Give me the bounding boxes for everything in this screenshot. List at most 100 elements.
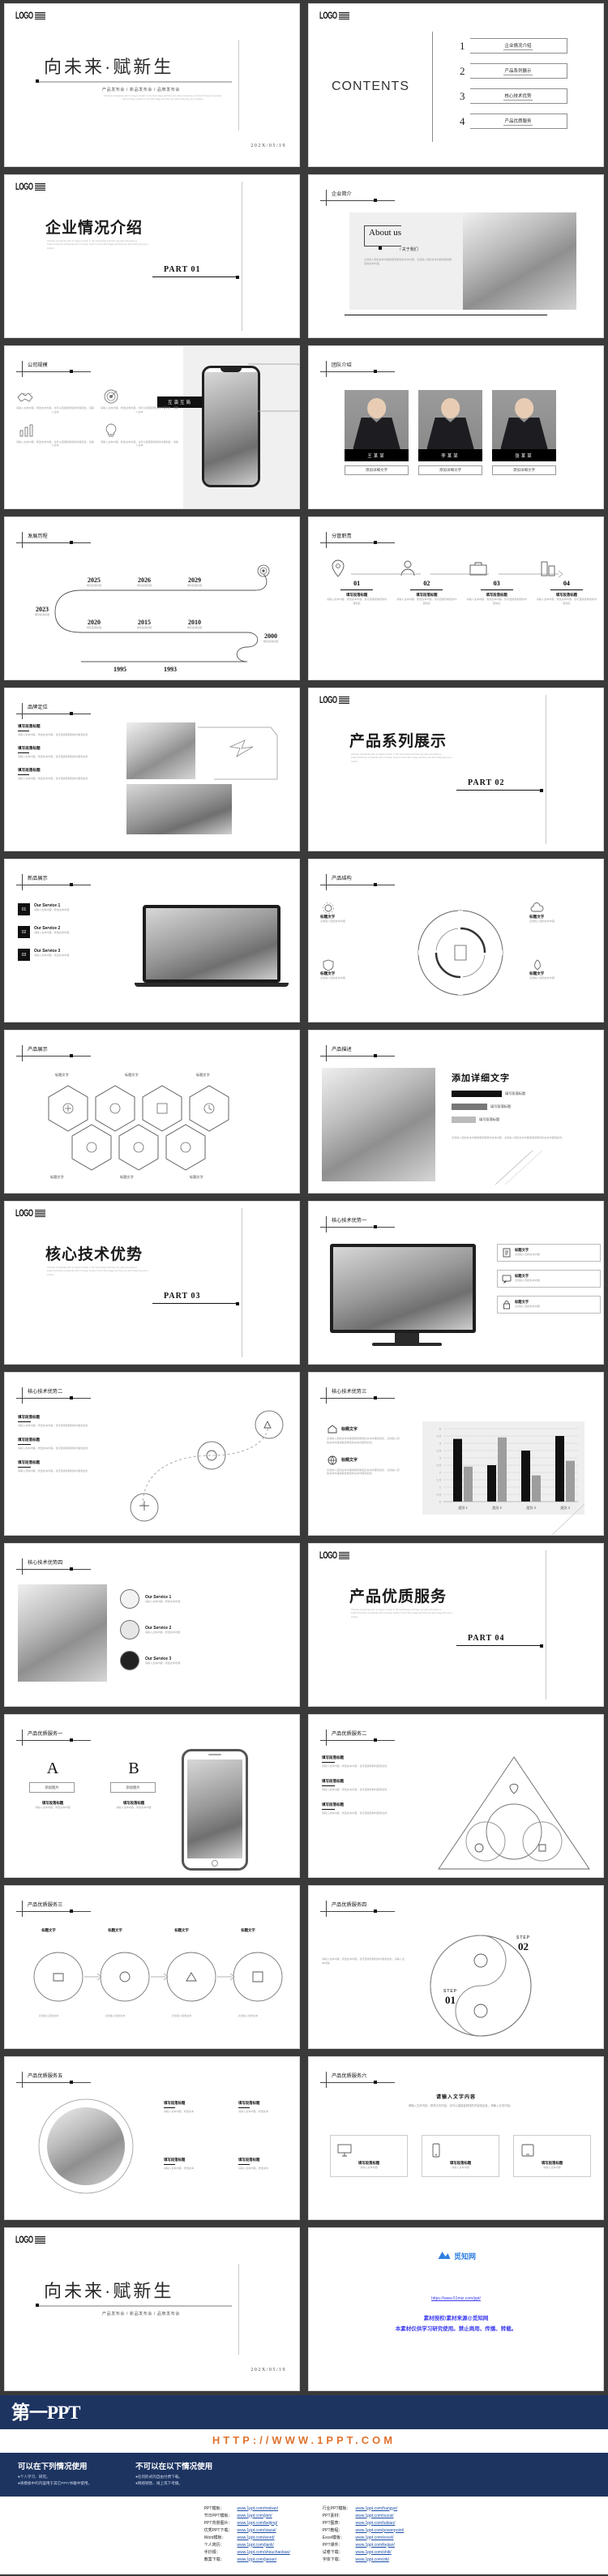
slide-cell[interactable]: 品牌定位 填写段落标题 请输入文本内容，修改文本内容，也可直接复制您的内容到此处… bbox=[0, 684, 304, 855]
service3-text-4: 点击输入您的文本 bbox=[238, 2014, 259, 2017]
footer-link-url[interactable]: www.1ppt.com/jianli/ bbox=[234, 2541, 292, 2548]
service1-button[interactable]: 添加图片 bbox=[110, 1782, 156, 1793]
section-part-number: PART 02 bbox=[468, 778, 505, 787]
slide-service-5[interactable]: 产品优质服务五 填写段落标题 请输入文本内容，修改文本 填写段落标题 请输入文本… bbox=[5, 2057, 299, 2219]
slide-cell[interactable]: 产品优质服务一 A 添加图片 填写段落标题 请输入文本内容，修改文本内容 B 添… bbox=[0, 1711, 304, 1882]
slide-cell[interactable]: 产品优质服务四 请输入文本内容，修改文本内容，也可直接复制您的内容到此处。请输入… bbox=[304, 1882, 608, 2053]
slide-cell[interactable]: 核心技术优势一 标题文字 点击输入您的文本内容 标题文字 点击输入您的文本内容 … bbox=[304, 1198, 608, 1369]
team-member-button[interactable]: 添加详细文字 bbox=[492, 465, 556, 475]
slide-cell[interactable]: 核心技术优势四 Our Service 1 请输入文本内容，修改文本内容 Our… bbox=[0, 1540, 304, 1711]
slide-cell[interactable]: 企业简介 About us / 关于我们 点击输入您的文本内容或者复制您的文本内… bbox=[304, 171, 608, 342]
slide-product-intro[interactable]: 产品描述 添加详细文字 填写段落标题 填写段落标题 填写段落标题 点击输入您的文… bbox=[309, 1031, 603, 1193]
slide-service-6[interactable]: 产品优质服务六 请输入文字内容 请输入文本内容，修改文本内容，也可以直接复制您的… bbox=[309, 2057, 603, 2219]
credit-url[interactable]: https://www.51miz.com/ppt/ bbox=[309, 2296, 603, 2301]
footer-url[interactable]: HTTP://WWW.1PPT.COM bbox=[0, 2429, 608, 2453]
slide-part-4[interactable]: LOGO 产品优质服务 Chinese companies will no lo… bbox=[309, 1544, 603, 1706]
footer-link-url[interactable]: www.1ppt.com/shouchaobao/ bbox=[234, 2548, 292, 2556]
team-member-1[interactable]: 王某某 添加详细文字 bbox=[345, 390, 409, 475]
slide-cell[interactable]: LOGO 向未来·赋新生 产品发布会 / 新品发布会 / 品牌发布会 202X/… bbox=[0, 2224, 304, 2395]
footer-usage: 可以在下列情况使用 ●个人学习、研究。 ●将模板中的内容用于其它PPT/书籍中使… bbox=[0, 2453, 608, 2497]
team-member-button[interactable]: 添加详细文字 bbox=[345, 465, 409, 475]
slide-cell[interactable]: 团队介绍 王某某 添加详细文字 李某某 添加详细文字 张某某 添加详细文字 bbox=[304, 342, 608, 513]
slide-cell[interactable]: 产品优质服务二 填写段落标题 请输入文本内容，修改文本内容，也可直接复制内容到此… bbox=[304, 1711, 608, 1882]
slide-service-1[interactable]: 产品优质服务一 A 添加图片 填写段落标题 请输入文本内容，修改文本内容 B 添… bbox=[5, 1715, 299, 1877]
team-member-2[interactable]: 李某某 添加详细文字 bbox=[418, 390, 482, 475]
service1-button[interactable]: 添加图片 bbox=[29, 1782, 75, 1793]
slide-tech-2[interactable]: 核心技术优势二 填写段落标题 请输入文本内容，修改文本内容，也可直接复制您的内容… bbox=[5, 1373, 299, 1535]
footer-link-url[interactable]: www.1ppt.com/kejian/ bbox=[353, 2541, 407, 2548]
team-member-button[interactable]: 添加详细文字 bbox=[418, 465, 482, 475]
slide-cell[interactable]: 产品优质服务五 填写段落标题 请输入文本内容，修改文本 填写段落标题 请输入文本… bbox=[0, 2053, 304, 2224]
slide-part-3[interactable]: LOGO 核心技术优势 Chinese companies will no lo… bbox=[5, 1202, 299, 1364]
slide-cell[interactable]: 分管职责 01 填写段落标题 请输入文本内容，修改文本内容，也可直接复制您的内容… bbox=[304, 513, 608, 684]
footer-link-url[interactable]: www.1ppt.com/jiaoan/ bbox=[234, 2556, 292, 2563]
slide-credit[interactable]: 觅知网 https://www.51miz.com/ppt/ 素材授权/素材来源… bbox=[309, 2228, 603, 2390]
footer-link-url[interactable]: www.1ppt.com/tubiao/ bbox=[353, 2519, 407, 2527]
contents-label: 产品优质服务 bbox=[503, 118, 533, 126]
slide-part-2[interactable]: LOGO 产品系列展示 Chinese companies will no lo… bbox=[309, 688, 603, 851]
slide-cell[interactable]: LOGO 核心技术优势 Chinese companies will no lo… bbox=[0, 1198, 304, 1369]
footer-link-url[interactable]: www.1ppt.com/xiazai/ bbox=[234, 2527, 292, 2534]
slide-cell[interactable]: 觅知网 https://www.51miz.com/ppt/ 素材授权/素材来源… bbox=[304, 2224, 608, 2395]
footer-link-url[interactable]: www.1ppt.com/jieri/ bbox=[234, 2512, 292, 2519]
slide-brand[interactable]: 品牌定位 填写段落标题 请输入文本内容，修改文本内容，也可直接复制您的内容到此处… bbox=[5, 688, 299, 851]
footer-link-url[interactable]: www.1ppt.com/ziti/ bbox=[353, 2556, 407, 2563]
footer-link-url[interactable]: www.1ppt.com/shiti/ bbox=[353, 2548, 407, 2556]
slide-cell[interactable]: LOGO 产品优质服务 Chinese companies will no lo… bbox=[304, 1540, 608, 1711]
contents-item-1[interactable]: 1 企业情况介绍 bbox=[460, 38, 567, 54]
slide-structure[interactable]: 分管职责 01 填写段落标题 请输入文本内容，修改文本内容，也可直接复制您的内容… bbox=[309, 517, 603, 679]
slide-tech-3[interactable]: 核心技术优势三 标题文字 点击输入您的文本内容或者复制您的文本内容到此处，点击输… bbox=[309, 1373, 603, 1535]
slide-end[interactable]: LOGO 向未来·赋新生 产品发布会 / 新品发布会 / 品牌发布会 202X/… bbox=[5, 2228, 299, 2390]
scale-item-text: 请输入文本内容，修改文本内容，也可以直接复制您的内容到此，请输入文本 bbox=[101, 406, 178, 414]
footer-link-url[interactable]: www.1ppt.com/sucai/ bbox=[353, 2512, 407, 2519]
footer-link-url[interactable]: www.1ppt.com/beijing/ bbox=[234, 2519, 292, 2527]
slide-cell[interactable]: 核心技术优势二 填写段落标题 请输入文本内容，修改文本内容，也可直接复制您的内容… bbox=[0, 1369, 304, 1540]
slide-cell[interactable]: LOGO 企业情况介绍 Chinese companies will no lo… bbox=[0, 171, 304, 342]
slide-service-3[interactable]: 产品优质服务三 标题文字 标题文字 标题文字 标题文字 点击输入您的文本 点击输… bbox=[5, 1886, 299, 2048]
slide-product-hex[interactable]: 产品展示 标题文字 标题文字 标题文字 标题文字 标题文字 标题文字 bbox=[5, 1031, 299, 1193]
slide-cell[interactable]: 产品描述 添加详细文字 填写段落标题 填写段落标题 填写段落标题 点击输入您的文… bbox=[304, 1027, 608, 1198]
service5-block-4: 填写段落标题 请输入文本内容，修改文本 bbox=[238, 2158, 299, 2171]
slide-cell[interactable]: 新品展示 01 Our Service 1 请输入文本内容，修改文本内容 02 … bbox=[0, 855, 304, 1027]
slide-service-2[interactable]: 产品优质服务二 填写段落标题 请输入文本内容，修改文本内容，也可直接复制内容到此… bbox=[309, 1715, 603, 1877]
slide-header: 产品结构 bbox=[320, 874, 395, 892]
slide-cell[interactable]: 产品结构 标题文字 点击输入您的文本内容 标题文字 点击输入您的文本内容 标题文… bbox=[304, 855, 608, 1027]
contents-item-3[interactable]: 3 核心技术优势 bbox=[460, 88, 567, 104]
footer-link-url[interactable]: www.1ppt.com/hangye/ bbox=[353, 2505, 407, 2512]
footer-link-url[interactable]: www.1ppt.com/excel/ bbox=[353, 2534, 407, 2541]
slide-tech-4[interactable]: 核心技术优势四 Our Service 1 请输入文本内容，修改文本内容 Our… bbox=[5, 1544, 299, 1706]
slide-cell[interactable]: LOGO 产品系列展示 Chinese companies will no lo… bbox=[304, 684, 608, 855]
team-member-3[interactable]: 张某某 添加详细文字 bbox=[492, 390, 556, 475]
contents-item-4[interactable]: 4 产品优质服务 bbox=[460, 114, 567, 129]
chart-icon bbox=[19, 424, 33, 437]
slide-cell[interactable]: LOGO CONTENTS 1 企业情况介绍 2 产品系列展示 3 核心技术优势… bbox=[304, 0, 608, 171]
slide-cell[interactable]: 公司规模 互演互简 请输入文本内容，修改文本内容，也可以直接复制您的内容到此，请… bbox=[0, 342, 304, 513]
slide-contents[interactable]: LOGO CONTENTS 1 企业情况介绍 2 产品系列展示 3 核心技术优势… bbox=[309, 4, 603, 166]
slide-tech-1[interactable]: 核心技术优势一 标题文字 点击输入您的文本内容 标题文字 点击输入您的文本内容 … bbox=[309, 1202, 603, 1364]
slide-company-scale[interactable]: 公司规模 互演互简 请输入文本内容，修改文本内容，也可以直接复制您的内容到此，请… bbox=[5, 346, 299, 508]
footer-link-url[interactable]: www.1ppt.com/word/ bbox=[234, 2534, 292, 2541]
slide-product-structure[interactable]: 产品结构 标题文字 点击输入您的文本内容 标题文字 点击输入您的文本内容 标题文… bbox=[309, 859, 603, 1022]
history-caption: 填写段落标题 bbox=[34, 613, 50, 616]
slide-history[interactable]: 发展历程 2023 填写段落标题 2025 填写段落标题 2026 填写段落标题… bbox=[5, 517, 299, 679]
cover-english: Chinese companies will no longer remain … bbox=[104, 95, 222, 101]
slide-cell[interactable]: 核心技术优势三 标题文字 点击输入您的文本内容或者复制您的文本内容到此处，点击输… bbox=[304, 1369, 608, 1540]
slide-about-us[interactable]: 企业简介 About us / 关于我们 点击输入您的文本内容或者复制您的文本内… bbox=[309, 175, 603, 337]
slide-cover[interactable]: LOGO 向未来·赋新生 产品发布会 / 新品发布会 / 品牌发布会 Chine… bbox=[5, 4, 299, 166]
slide-cell[interactable]: LOGO 向未来·赋新生 产品发布会 / 新品发布会 / 品牌发布会 Chine… bbox=[0, 0, 304, 171]
slide-cell[interactable]: 产品展示 标题文字 标题文字 标题文字 标题文字 标题文字 标题文字 bbox=[0, 1027, 304, 1198]
slide-cell[interactable]: 发展历程 2023 填写段落标题 2025 填写段落标题 2026 填写段落标题… bbox=[0, 513, 304, 684]
ps-text: 点击输入您的文本内容 bbox=[320, 976, 345, 979]
footer-link-url[interactable]: www.1ppt.com/powerpoint/ bbox=[353, 2527, 407, 2534]
history-year: 1993 bbox=[164, 666, 177, 673]
slide-service-4[interactable]: 产品优质服务四 请输入文本内容，修改文本内容，也可直接复制您的内容到此处。请输入… bbox=[309, 1886, 603, 2048]
contents-item-2[interactable]: 2 产品系列展示 bbox=[460, 63, 567, 79]
slide-part-1[interactable]: LOGO 企业情况介绍 Chinese companies will no lo… bbox=[5, 175, 299, 337]
slide-cell[interactable]: 产品优质服务六 请输入文字内容 请输入文本内容，修改文本内容，也可以直接复制您的… bbox=[304, 2053, 608, 2224]
slide-cell[interactable]: 产品优质服务三 标题文字 标题文字 标题文字 标题文字 点击输入您的文本 点击输… bbox=[0, 1882, 304, 2053]
logo: LOGO bbox=[319, 11, 349, 20]
slide-product-list[interactable]: 新品展示 01 Our Service 1 请输入文本内容，修改文本内容 02 … bbox=[5, 859, 299, 1022]
tech-cards: 标题文字 点击输入您的文本内容 标题文字 点击输入您的文本内容 标题文字 点击输… bbox=[497, 1244, 601, 1314]
footer-link-url[interactable]: www.1ppt.com/moban/ bbox=[234, 2505, 292, 2512]
slide-team[interactable]: 团队介绍 王某某 添加详细文字 李某某 添加详细文字 张某某 添加详细文字 bbox=[309, 346, 603, 508]
